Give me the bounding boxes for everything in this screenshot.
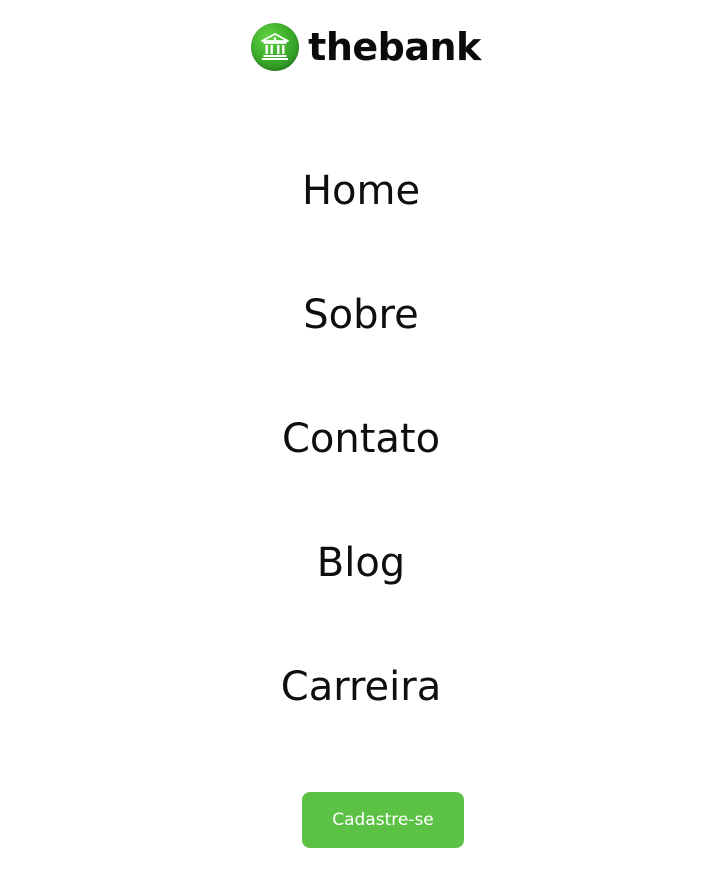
main-navigation: Home Sobre Contato Blog Carreira bbox=[0, 160, 722, 780]
site-header: thebank bbox=[0, 22, 722, 72]
nav-link-contato[interactable]: Contato bbox=[161, 408, 561, 532]
nav-link-sobre[interactable]: Sobre bbox=[161, 284, 561, 408]
nav-link-home[interactable]: Home bbox=[161, 160, 561, 284]
bank-building-icon bbox=[251, 23, 300, 71]
nav-link-carreira[interactable]: Carreira bbox=[161, 656, 561, 780]
signup-button[interactable]: Cadastre-se bbox=[302, 792, 464, 848]
nav-link-blog[interactable]: Blog bbox=[161, 532, 561, 656]
brand-logo-link[interactable]: thebank bbox=[251, 23, 481, 71]
brand-name: thebank bbox=[308, 25, 481, 69]
